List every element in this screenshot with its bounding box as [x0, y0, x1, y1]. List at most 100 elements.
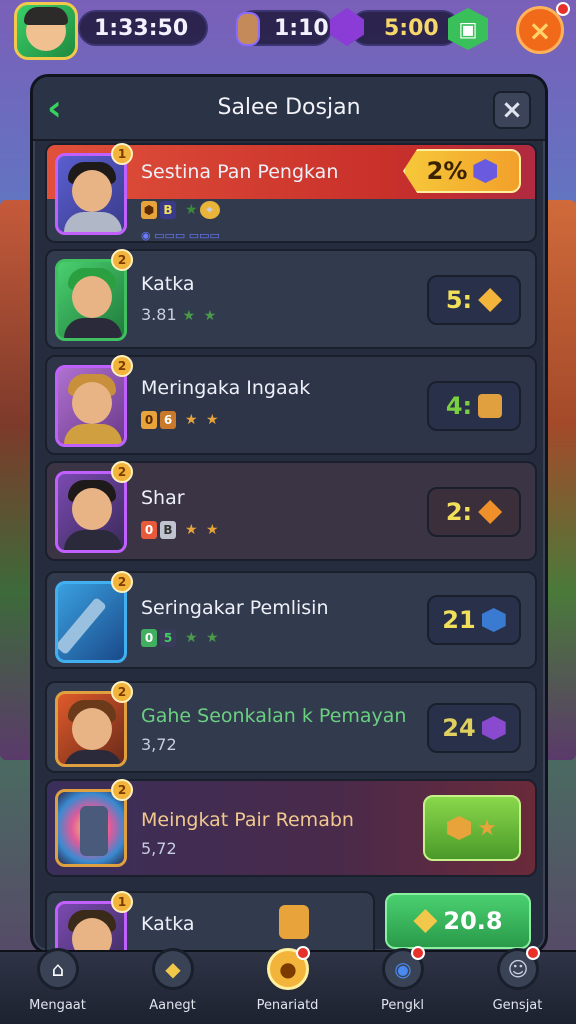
row-stat: 3.81 ★ ★: [141, 305, 219, 324]
row-stat: 0 6 ★ ★: [141, 409, 221, 429]
star-icon: ★: [477, 815, 497, 841]
nav-label: Gensjat: [492, 998, 543, 1013]
row-stat: 5,72: [141, 839, 177, 858]
hero-portrait: [55, 153, 127, 235]
price-value: 24: [442, 714, 476, 742]
rank-badge: 2: [111, 355, 133, 377]
price-tag[interactable]: 5:: [427, 275, 521, 325]
row-name: Meingkat Pair Remabn: [141, 809, 354, 831]
close-icon: ×: [528, 13, 552, 47]
purple-gem-icon: [481, 716, 506, 740]
chest-icon: [478, 394, 503, 418]
hero-portrait: [55, 691, 127, 767]
row-substat: ◉ ▭▭▭ ▭▭▭: [141, 229, 220, 242]
list-item[interactable]: 2 Meringaka Ingaak 0 6 ★ ★ 4:: [45, 355, 537, 455]
sword-icon: [58, 596, 107, 656]
row-stat: 0 5 ★ ★: [141, 627, 221, 647]
nav-item-home[interactable]: ⌂ Mengaat: [0, 948, 115, 1024]
shield-icon: ◆: [152, 948, 194, 990]
rank-badge: 2: [111, 249, 133, 271]
reward-portrait: [55, 789, 127, 867]
hero-mini-icon: [236, 12, 260, 46]
row-stat: 3,72: [141, 735, 177, 754]
notification-dot-icon: [556, 2, 570, 16]
claim-button[interactable]: ★: [423, 795, 521, 861]
row-name: Meringaka Ingaak: [141, 377, 311, 399]
rank-badge: 1: [111, 143, 133, 165]
player-avatar[interactable]: [14, 2, 78, 60]
price-value: 5:: [445, 286, 473, 314]
row-name: Sestina Pan Pengkan: [141, 161, 339, 183]
hero-portrait: [55, 471, 127, 553]
level-value: 1:10: [274, 15, 329, 41]
list-item[interactable]: 1 Sestina Pan Pengkan ⬢ B ★ ✦ ◉ ▭▭▭ ▭▭▭ 2%: [45, 143, 537, 243]
row-stat: 0 B ★ ★: [141, 519, 221, 539]
nav-item-globe[interactable]: ◉ Pengkl: [345, 946, 460, 1024]
price-tag[interactable]: 24: [427, 703, 521, 753]
avatar-face-icon: [24, 7, 68, 51]
top-bar: 1:33:50 1:10 5:00 ▣ ×: [0, 0, 576, 62]
list-item[interactable]: 2 Shar 0 B ★ ★ 2:: [45, 461, 537, 561]
list-item[interactable]: 2 Seringakar Pemlisin 0 5 ★ ★ 21: [45, 571, 537, 669]
blue-gem-icon: [481, 608, 506, 632]
orange-gem-icon: [478, 500, 503, 524]
row-name: Gahe Seonkalan k Pemayan: [141, 705, 407, 727]
price-tag[interactable]: 2:: [427, 487, 521, 537]
buy-button[interactable]: 20.8: [385, 893, 531, 949]
gold-chip-icon: [447, 816, 472, 840]
list-item[interactable]: 1 Katka: [45, 891, 375, 951]
price-tag[interactable]: 2%: [403, 149, 521, 193]
row-stat: ⬢ B ★ ✦: [141, 199, 223, 219]
panel-header: ‹ Salee Dosjan ×: [33, 77, 545, 141]
price-value: 2:: [445, 498, 473, 526]
close-icon: ×: [501, 95, 523, 125]
rank-badge: 2: [111, 779, 133, 801]
nav-item-shield[interactable]: ◆ Aanegt: [115, 948, 230, 1024]
nav-item-profile[interactable]: ☺ Gensjat: [460, 946, 575, 1024]
price-value: 4:: [445, 392, 473, 420]
nav-label: Mengaat: [29, 998, 86, 1013]
row-stat-value: 3.81: [141, 305, 177, 324]
price-tag[interactable]: 4:: [427, 381, 521, 431]
close-panel-button[interactable]: ×: [493, 91, 531, 129]
timer-value: 1:33:50: [94, 15, 189, 41]
bottom-nav: ⌂ Mengaat ◆ Aanegt ● Penariatd ◉ Pengkl …: [0, 946, 576, 1024]
gold-shield-icon: [478, 288, 503, 312]
notification-dot-icon: [296, 946, 310, 960]
row-name: Shar: [141, 487, 185, 509]
gems-pill: 5:00: [350, 10, 460, 46]
sales-panel: ‹ Salee Dosjan × 1 Sestina Pan Pengkan ⬢…: [30, 74, 548, 954]
row-name: Katka: [141, 273, 195, 295]
nav-label: Penariatd: [256, 998, 319, 1013]
price-value: 21: [442, 606, 476, 634]
row-name: Seringakar Pemlisin: [141, 597, 329, 619]
rank-badge: 2: [111, 571, 133, 593]
price-value: 20.8: [443, 907, 503, 935]
rank-badge: 2: [111, 461, 133, 483]
list-item[interactable]: 2 Meingkat Pair Remabn 5,72 ★: [45, 779, 537, 877]
notification-dot-icon: [411, 946, 425, 960]
nav-label: Pengkl: [380, 998, 424, 1013]
price-value: 2%: [426, 157, 468, 185]
gold-feather-icon: [413, 909, 438, 933]
hero-portrait: [55, 259, 127, 341]
home-icon: ⌂: [37, 948, 79, 990]
notification-dot-icon: [526, 946, 540, 960]
row-name: Katka: [141, 913, 195, 935]
price-tag[interactable]: 21: [427, 595, 521, 645]
gem-icon: [473, 159, 498, 183]
rank-badge: 1: [111, 891, 133, 913]
hero-portrait: [55, 365, 127, 447]
list-item[interactable]: 2 Katka 3.81 ★ ★ 5:: [45, 249, 537, 349]
list-item[interactable]: 2 Gahe Seonkalan k Pemayan 3,72 24: [45, 681, 537, 773]
weapon-portrait: [55, 581, 127, 663]
cash-icon: ▣: [458, 17, 478, 41]
knight-icon: [80, 806, 108, 856]
rank-badge: 2: [111, 681, 133, 703]
nav-label: Aanegt: [149, 998, 196, 1013]
treasure-chest-icon: [279, 905, 309, 939]
nav-item-coin[interactable]: ● Penariatd: [230, 946, 345, 1024]
gems-value: 5:00: [384, 15, 439, 41]
panel-title: Salee Dosjan: [217, 95, 361, 120]
timer-pill: 1:33:50: [78, 10, 208, 46]
